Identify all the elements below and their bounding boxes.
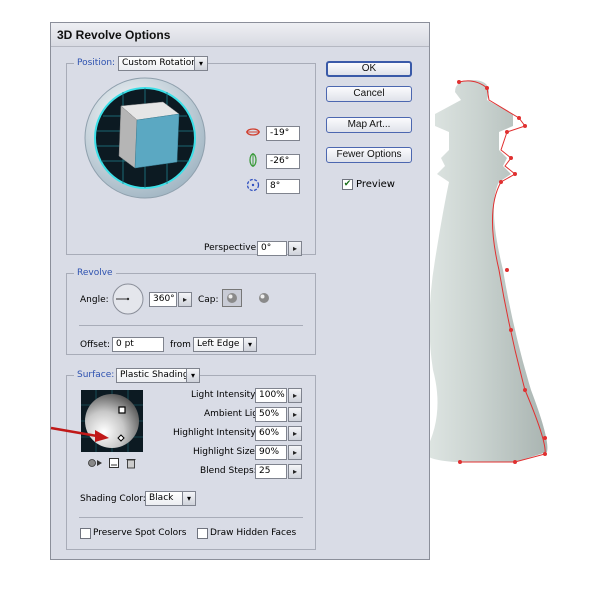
angle-dial[interactable] xyxy=(112,283,144,315)
position-preset-select[interactable]: Custom Rotation ▾ xyxy=(118,56,208,71)
draw-hidden-faces-label: Draw Hidden Faces xyxy=(210,528,297,538)
offset-input[interactable]: 0 pt xyxy=(112,337,164,352)
chevron-down-icon: ▾ xyxy=(182,492,195,505)
z-rotation-input[interactable]: 8° xyxy=(266,179,300,194)
draw-hidden-faces-checkbox[interactable] xyxy=(197,528,208,539)
light-intensity-label: Light Intensity: xyxy=(191,390,258,400)
surface-legend: Surface: xyxy=(74,369,118,381)
position-legend: Position: xyxy=(74,57,119,69)
chevron-down-icon: ▾ xyxy=(186,369,199,382)
highlight-intensity-label: Highlight Intensity: xyxy=(173,428,259,438)
perspective-input[interactable]: 0° xyxy=(257,241,287,256)
dialog-title: 3D Revolve Options xyxy=(51,23,429,47)
chess-piece-body xyxy=(425,80,548,462)
from-label: from xyxy=(170,340,191,350)
preview-label: Preview xyxy=(356,179,395,190)
ambient-light-slider-button[interactable]: ▸ xyxy=(288,407,302,422)
angle-label: Angle: xyxy=(80,295,109,305)
cap-on-icon[interactable] xyxy=(222,289,242,307)
revolve-separator xyxy=(79,325,303,326)
perspective-label: Perspective: xyxy=(204,243,260,253)
rotation-track-cube[interactable] xyxy=(83,76,207,200)
surface-type-select[interactable]: Plastic Shading ▾ xyxy=(116,368,200,383)
highlight-intensity-slider-button[interactable]: ▸ xyxy=(288,426,302,441)
map-art-button[interactable]: Map Art... xyxy=(326,117,412,133)
y-rotation-icon xyxy=(249,153,257,167)
revolve-panel: Revolve Angle: 360° ▸ Cap: Offset: 0 pt … xyxy=(66,267,316,355)
angle-input[interactable]: 360° xyxy=(149,292,177,307)
perspective-slider-button[interactable]: ▸ xyxy=(288,241,302,256)
checkmark-icon: ✔ xyxy=(343,179,352,189)
cap-label: Cap: xyxy=(198,295,219,305)
shading-color-label: Shading Color: xyxy=(80,494,146,504)
revolve-legend: Revolve xyxy=(74,267,116,279)
highlight-intensity-input[interactable]: 60% xyxy=(255,426,287,441)
highlight-size-input[interactable]: 90% xyxy=(255,445,287,460)
delete-light-icon[interactable] xyxy=(125,457,137,469)
preserve-spot-colors-label: Preserve Spot Colors xyxy=(93,528,187,538)
x-rotation-icon xyxy=(246,128,260,136)
z-rotation-icon xyxy=(246,178,260,192)
annotation-arrow xyxy=(50,426,109,442)
blend-steps-input[interactable]: 25 xyxy=(255,464,287,479)
chevron-down-icon: ▾ xyxy=(243,338,256,351)
fewer-options-button[interactable]: Fewer Options xyxy=(326,147,412,163)
blend-steps-slider-button[interactable]: ▸ xyxy=(288,464,302,479)
surface-separator xyxy=(79,517,303,518)
cap-off-icon[interactable] xyxy=(257,291,271,305)
blend-steps-label: Blend Steps: xyxy=(200,466,257,476)
light-source-handle-back xyxy=(118,406,126,414)
position-panel: Position: Custom Rotation ▾ -19° -26° 8°… xyxy=(66,56,316,256)
light-intensity-slider-button[interactable]: ▸ xyxy=(288,388,302,403)
surface-panel: Surface: Plastic Shading ▾ Light Intensi… xyxy=(50,368,316,550)
ambient-light-input[interactable]: 50% xyxy=(255,407,287,422)
preserve-spot-colors-checkbox[interactable] xyxy=(80,528,91,539)
x-rotation-input[interactable]: -19° xyxy=(266,126,300,141)
angle-slider-button[interactable]: ▸ xyxy=(178,292,192,307)
light-to-back-icon[interactable] xyxy=(87,457,103,469)
ok-button[interactable]: OK xyxy=(326,61,412,77)
highlight-size-slider-button[interactable]: ▸ xyxy=(288,445,302,460)
offset-label: Offset: xyxy=(80,340,111,350)
from-edge-select[interactable]: Left Edge ▾ xyxy=(193,337,257,352)
revolve-options-dialog: 3D Revolve Options Position: Custom Rota… xyxy=(50,22,430,560)
highlight-size-label: Highlight Size: xyxy=(193,447,258,457)
chess-piece-artwork xyxy=(425,80,548,464)
cancel-button[interactable]: Cancel xyxy=(326,86,412,102)
chevron-down-icon: ▾ xyxy=(194,57,207,70)
shading-color-select[interactable]: Black ▾ xyxy=(145,491,196,506)
new-light-icon[interactable] xyxy=(108,457,120,469)
light-intensity-input[interactable]: 100% xyxy=(255,388,287,403)
y-rotation-input[interactable]: -26° xyxy=(266,154,300,169)
preview-checkbox[interactable]: ✔ xyxy=(342,179,353,190)
